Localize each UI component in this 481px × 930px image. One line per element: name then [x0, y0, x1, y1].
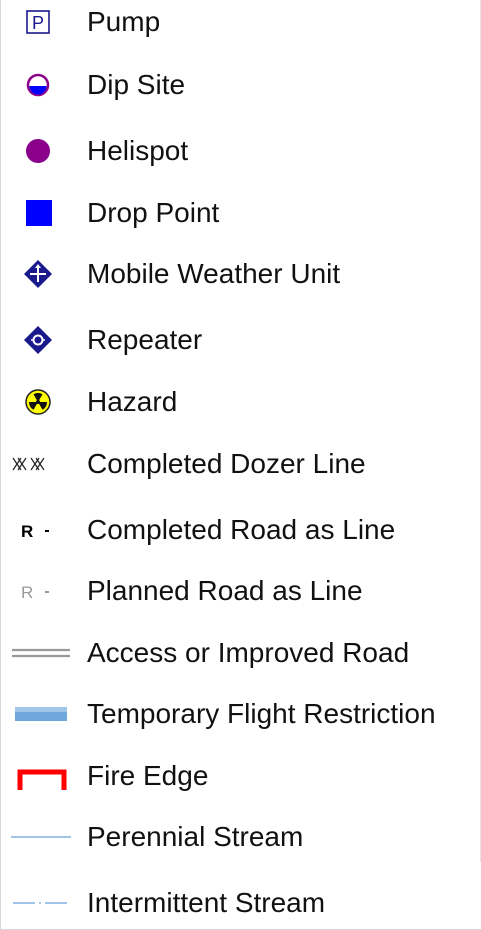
legend-label-completed-dozer-line: Completed Dozer Line	[87, 448, 366, 479]
repeater-diamond-icon	[1, 320, 81, 360]
legend-item-access-or-improved-road: Access or Improved Road	[1, 633, 481, 673]
completed-road-line-icon: R	[1, 510, 81, 550]
legend-item-intermittent-stream: Intermittent Stream	[1, 883, 481, 923]
legend-item-drop-point: Drop Point	[1, 193, 481, 233]
legend-label-planned-road-as-line: Planned Road as Line	[87, 575, 363, 606]
perennial-stream-icon	[1, 817, 81, 857]
legend-item-mobile-weather-unit: Mobile Weather Unit	[1, 254, 481, 294]
completed-road-glyph: R	[21, 522, 33, 541]
legend-item-planned-road-as-line: R Planned Road as Line	[1, 571, 481, 611]
legend-label-fire-edge: Fire Edge	[87, 760, 209, 791]
legend-label-drop-point: Drop Point	[87, 197, 220, 228]
intermittent-stream-icon	[1, 883, 81, 923]
legend-label-dip-site: Dip Site	[87, 69, 186, 100]
pump-box-icon: P	[1, 2, 81, 42]
legend-item-completed-road-as-line: R Completed Road as Line	[1, 510, 481, 550]
planned-road-glyph: R	[21, 583, 33, 602]
legend-item-dip-site: Dip Site	[1, 65, 481, 105]
legend-label-temporary-flight-restriction: Temporary Flight Restriction	[87, 698, 436, 729]
legend-item-fire-edge: Fire Edge	[1, 756, 481, 796]
legend-label-intermittent-stream: Intermittent Stream	[87, 887, 326, 918]
helispot-circle-icon	[1, 131, 81, 171]
legend-label-access-or-improved-road: Access or Improved Road	[87, 637, 410, 668]
legend-item-repeater: Repeater	[1, 320, 481, 360]
legend-label-completed-road-as-line: Completed Road as Line	[87, 514, 396, 545]
dip-site-icon	[1, 65, 81, 105]
legend-label-perennial-stream: Perennial Stream	[87, 821, 304, 852]
map-legend: P Pump Dip Site Helispot Drop Point Mobi…	[0, 0, 481, 930]
planned-road-line-icon: R	[1, 571, 81, 611]
legend-item-pump: P Pump	[1, 2, 481, 42]
legend-item-hazard: Hazard	[1, 382, 481, 422]
legend-label-pump: Pump	[87, 6, 161, 37]
pump-glyph: P	[32, 13, 44, 33]
legend-label-mobile-weather-unit: Mobile Weather Unit	[87, 258, 341, 289]
legend-item-perennial-stream: Perennial Stream	[1, 817, 481, 857]
access-road-line-icon	[1, 633, 81, 673]
legend-label-repeater: Repeater	[87, 324, 203, 355]
fire-edge-icon	[1, 756, 81, 796]
drop-point-square-icon	[1, 193, 81, 233]
legend-label-hazard: Hazard	[87, 386, 178, 417]
legend-label-helispot: Helispot	[87, 135, 189, 166]
legend-item-completed-dozer-line: Completed Dozer Line	[1, 444, 481, 484]
hazard-radiation-icon	[1, 382, 81, 422]
mobile-weather-diamond-icon	[1, 254, 81, 294]
legend-item-temporary-flight-restriction: Temporary Flight Restriction	[1, 694, 481, 734]
legend-item-helispot: Helispot	[1, 131, 481, 171]
dozer-line-icon	[1, 444, 81, 484]
tfr-band-icon	[1, 694, 81, 734]
